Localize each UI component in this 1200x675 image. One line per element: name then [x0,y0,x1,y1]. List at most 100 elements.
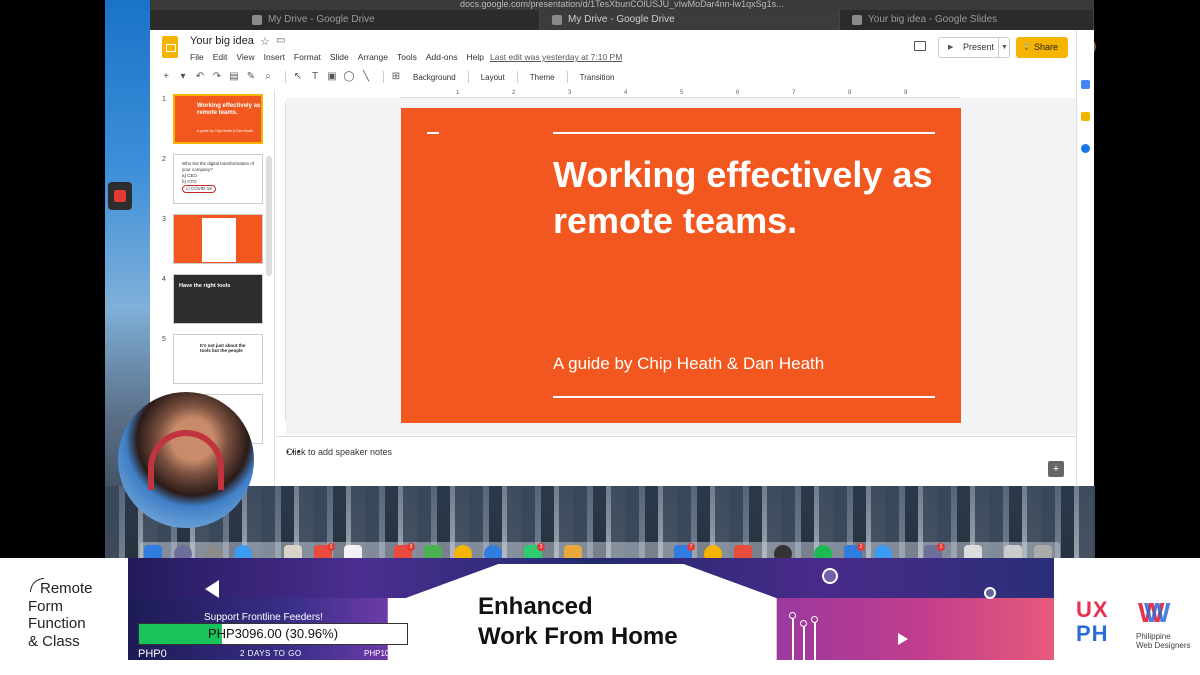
comment-icon[interactable] [914,41,926,51]
uxph-logo: UX PH [1076,598,1122,648]
tab-my-drive-2[interactable]: My Drive - Google Drive [540,10,840,30]
layout-button[interactable]: Layout [481,73,505,82]
slide-title[interactable]: Working effectively as remote teams. [553,152,953,244]
decor-dot [811,616,818,623]
slide-thumbnail[interactable]: It's not just about the tools but the pe… [173,334,263,384]
record-stop-button[interactable] [108,182,132,210]
address-text: docs.google.com/presentation/d/1TesXbunC… [460,0,784,9]
calendar-icon[interactable] [1081,80,1090,89]
badge: 3 [407,543,415,551]
filmstrip-item-5[interactable]: 5 It's not just about the tools but the … [150,334,270,388]
badge: 2 [857,543,865,551]
slide-thumbnail[interactable]: Working effectively as remote teams. A g… [173,94,263,144]
slide-rule-top [553,132,935,134]
last-edit-link[interactable]: Last edit was yesterday at 7:10 PM [490,52,622,62]
menu-format[interactable]: Format [294,52,321,62]
chevron-down-icon[interactable]: ▼ [998,37,1010,58]
menu-insert[interactable]: Insert [264,52,285,62]
thumb-subtitle: A guide by Chip Heath & Dan Heath [197,129,253,133]
slides-icon [852,15,862,25]
share-button[interactable]: Share [1016,37,1068,58]
address-bar[interactable]: docs.google.com/presentation/d/1TesXbunC… [150,0,1094,10]
folder-icon[interactable]: ▭ [276,35,285,46]
ruler-horizontal: 1 2 3 4 5 6 7 8 9 [400,90,960,98]
filmstrip-scrollbar[interactable] [266,156,272,276]
ruler-tick: 9 [904,90,908,96]
decor-dot [427,620,434,627]
filmstrip-item-1[interactable]: 1 Working effectively as remote teams. A… [150,94,270,148]
pwd-logo-icon: WW [1138,597,1171,628]
menu-tools[interactable]: Tools [397,52,417,62]
tab-label: My Drive - Google Drive [268,14,375,25]
tab-google-slides[interactable]: Your big idea - Google Slides [840,10,1094,30]
slides-app: Your big idea ☆ ▭ File Edit View Insert … [150,30,1096,486]
filmstrip-item-4[interactable]: 4 Have the right tools [150,274,270,328]
undo-icon[interactable]: ↶ [194,71,206,83]
uxph-ux: UX [1076,597,1109,622]
slide-rule-bottom [553,396,935,398]
ruler-vertical [278,102,286,422]
brand-wordmark: Remote Form Function & Class [28,580,93,650]
menu-edit[interactable]: Edit [213,52,228,62]
tasks-icon[interactable] [1081,144,1090,153]
shape-icon[interactable]: ◯ [343,71,355,83]
ruler-tick: 5 [680,90,684,96]
print-icon[interactable]: ▤ [228,71,240,83]
decor-line [814,622,816,660]
badge: 1 [937,543,945,551]
star-icon[interactable]: ☆ [260,35,270,48]
toolbar-divider [467,71,469,83]
brand-line: Remote [40,580,93,597]
zoom-icon[interactable]: ⌕ [262,71,274,83]
redo-icon[interactable]: ↷ [211,71,223,83]
doc-title[interactable]: Your big idea [190,35,254,47]
drive-icon [552,15,562,25]
decor-dot [417,608,424,615]
headline-line: Work From Home [478,623,678,650]
ruler-tick: 3 [568,90,572,96]
slide-thumbnail[interactable]: Have the right tools [173,274,263,324]
menu-file[interactable]: File [190,52,204,62]
browser-window: docs.google.com/presentation/d/1TesXbunC… [150,0,1096,486]
new-slide-icon[interactable]: + [160,71,172,83]
slide-subtitle[interactable]: A guide by Chip Heath & Dan Heath [553,354,824,374]
filmstrip-item-2[interactable]: 2 Who led the digital transformation of … [150,154,270,208]
record-icon [114,190,126,202]
current-slide[interactable]: Working effectively as remote teams. A g… [401,108,961,423]
keep-icon[interactable] [1081,112,1090,121]
menu-slide[interactable]: Slide [330,52,349,62]
background-button[interactable]: Background [413,73,456,82]
thumb-body: Who led the digital transformation of yo… [182,161,262,193]
theme-button[interactable]: Theme [530,73,555,82]
slides-logo-icon[interactable] [162,36,178,58]
filmstrip-item-3[interactable]: 3 [150,214,270,268]
chevron-down-icon[interactable]: ▾ [177,71,189,83]
slide-thumbnail[interactable] [173,214,263,264]
decor-line [420,614,422,660]
textbox-icon[interactable]: T [309,71,321,83]
pwd-name-line: Web Designers [1136,641,1191,650]
headphones [148,430,224,490]
progress-text: PHP3096.00 (30.96%) [207,626,339,641]
browser-tab-strip: docs.google.com/presentation/d/1TesXbunC… [150,0,1094,30]
explore-icon[interactable]: + [1048,461,1064,477]
tab-my-drive-1[interactable]: My Drive - Google Drive [240,10,540,30]
comment-add-icon[interactable]: ⊞ [390,71,402,83]
paint-format-icon[interactable]: ✎ [245,71,257,83]
ruler-tick: 7 [792,90,796,96]
menu-arrange[interactable]: Arrange [358,52,388,62]
menu-bar: File Edit View Insert Format Slide Arran… [190,52,484,62]
transition-button[interactable]: Transition [580,73,615,82]
menu-help[interactable]: Help [467,52,484,62]
line-icon[interactable]: ╲ [360,71,372,83]
slide-thumbnail[interactable]: Who led the digital transformation of yo… [173,154,263,204]
donation-progress-bar: PHP3096.00 (30.96%) [138,623,408,645]
select-icon[interactable]: ↖ [292,71,304,83]
menu-add-ons[interactable]: Add-ons [426,52,458,62]
menu-view[interactable]: View [236,52,254,62]
image-icon[interactable]: ▣ [326,71,338,83]
campaign-title: Support Frontline Feeders! [204,612,323,623]
days-left: 2 DAYS TO GO [240,649,302,658]
thumb-title: Have the right tools [179,283,231,289]
speaker-notes[interactable]: • • • Click to add speaker notes + [276,436,1076,486]
